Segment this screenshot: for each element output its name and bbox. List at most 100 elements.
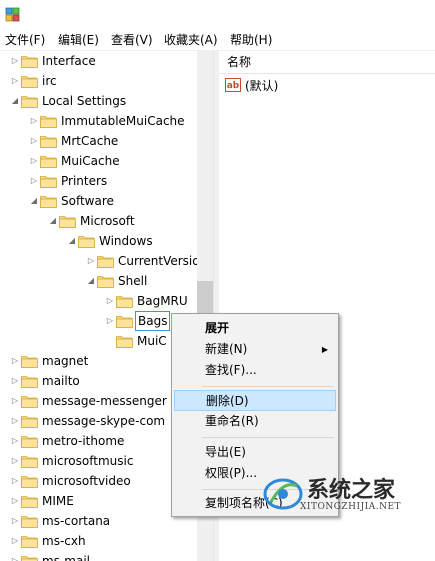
folder-icon <box>21 494 38 508</box>
expand-arrow-icon[interactable]: ▷ <box>29 131 39 151</box>
tree-node-label[interactable]: ImmutableMuiCache <box>59 111 187 131</box>
tree-node-label[interactable]: microsoftmusic <box>40 451 135 471</box>
tree-node-label[interactable]: message-skype-com <box>40 411 167 431</box>
collapse-arrow-icon[interactable]: ◢ <box>86 271 96 291</box>
tree-node-label[interactable]: MrtCache <box>59 131 120 151</box>
expand-arrow-icon[interactable]: ▷ <box>10 491 20 511</box>
tree-node-label[interactable]: Local Settings <box>40 91 128 111</box>
ctx-label: 权限(P)... <box>205 466 258 480</box>
expand-arrow-icon[interactable]: ▷ <box>10 551 20 561</box>
folder-icon <box>116 314 133 328</box>
menu-file[interactable]: 文件(F) <box>5 32 45 48</box>
folder-icon <box>21 514 38 528</box>
tree-node-label[interactable]: ms-cortana <box>40 511 112 531</box>
menu-favorites[interactable]: 收藏夹(A) <box>164 32 218 48</box>
ctx-find[interactable]: 查找(F)... <box>174 360 336 381</box>
tree-node-label[interactable]: BagMRU <box>135 291 190 311</box>
expand-arrow-icon[interactable]: ▷ <box>105 311 115 331</box>
folder-icon <box>97 274 114 288</box>
menu-bar: 文件(F) 编辑(E) 查看(V) 收藏夹(A) 帮助(H) <box>0 30 435 51</box>
expand-arrow-icon[interactable]: ▷ <box>10 371 20 391</box>
expand-arrow-icon[interactable]: ▷ <box>10 391 20 411</box>
expand-arrow-icon[interactable]: ▷ <box>86 251 96 271</box>
tree-node[interactable]: ◢ Local Settings <box>0 91 213 111</box>
folder-icon <box>21 434 38 448</box>
tree-node[interactable]: ▷ irc <box>0 71 213 91</box>
tree-node-label[interactable]: Bags <box>135 311 171 331</box>
expand-arrow-icon[interactable]: ▷ <box>10 531 20 551</box>
ctx-expand[interactable]: 展开 <box>174 318 336 339</box>
expand-arrow-icon[interactable]: ▷ <box>29 151 39 171</box>
menu-edit[interactable]: 编辑(E) <box>58 32 99 48</box>
tree-node[interactable]: ◢ Software <box>0 191 213 211</box>
column-name-header[interactable]: 名称 <box>227 54 251 70</box>
expand-arrow-icon[interactable]: ▷ <box>105 291 115 311</box>
regedit-app-icon[interactable] <box>5 7 21 23</box>
expand-arrow-icon[interactable]: ▷ <box>10 351 20 371</box>
watermark-text: 系统之家 <box>307 478 396 503</box>
tree-node[interactable]: ◢ Shell <box>0 271 213 291</box>
folder-icon <box>21 74 38 88</box>
tree-node-label[interactable]: MuiCache <box>59 151 122 171</box>
tree-node[interactable]: ▷ CurrentVersio <box>0 251 213 271</box>
tree-node-label[interactable]: Printers <box>59 171 109 191</box>
tree-node-label[interactable]: message-messenger <box>40 391 169 411</box>
tree-node-label[interactable]: MIME <box>40 491 76 511</box>
folder-icon <box>21 54 38 68</box>
tree-node-label[interactable]: microsoftvideo <box>40 471 133 491</box>
tree-node[interactable]: ▷ BagMRU <box>0 291 213 311</box>
menu-view[interactable]: 查看(V) <box>111 32 153 48</box>
tree-node-label[interactable]: MuiC <box>135 331 169 351</box>
tree-node-label[interactable]: irc <box>40 71 59 91</box>
folder-icon <box>21 394 38 408</box>
tree-node[interactable]: ◢ Microsoft <box>0 211 213 231</box>
tree-node-label[interactable]: CurrentVersio <box>116 251 202 271</box>
expand-arrow-icon[interactable]: ▷ <box>29 171 39 191</box>
folder-icon <box>59 214 76 228</box>
ctx-rename[interactable]: 重命名(R) <box>174 411 336 432</box>
tree-node[interactable]: ▷ MuiCache <box>0 151 213 171</box>
ctx-delete[interactable]: 删除(D) <box>174 390 336 411</box>
tree-node-label[interactable]: Interface <box>40 51 98 71</box>
folder-icon <box>21 454 38 468</box>
tree-node-label[interactable]: Software <box>59 191 116 211</box>
tree-node-label[interactable]: mailto <box>40 371 82 391</box>
folder-icon <box>97 254 114 268</box>
tree-node-label[interactable]: magnet <box>40 351 90 371</box>
tree-node[interactable]: ▷ ms-mail <box>0 551 213 561</box>
tree-node-label[interactable]: ms-cxh <box>40 531 88 551</box>
tree-node[interactable]: ▷ ms-cxh <box>0 531 213 551</box>
expand-arrow-icon[interactable]: ▷ <box>10 451 20 471</box>
expand-arrow-icon[interactable]: ▷ <box>29 111 39 131</box>
collapse-arrow-icon[interactable]: ◢ <box>48 211 58 231</box>
tree-node-label[interactable]: Shell <box>116 271 149 291</box>
ctx-export[interactable]: 导出(E) <box>174 442 336 463</box>
ctx-new[interactable]: 新建(N) ▶ <box>174 339 336 360</box>
watermark: 系统之家 XITONGZHIJIA.NET <box>255 470 435 520</box>
folder-icon <box>40 134 57 148</box>
tree-node-label[interactable]: metro-ithome <box>40 431 126 451</box>
tree-node[interactable]: ◢ Windows <box>0 231 213 251</box>
menu-help[interactable]: 帮助(H) <box>230 32 272 48</box>
folder-icon <box>21 94 38 108</box>
tree-node[interactable]: ▷ Printers <box>0 171 213 191</box>
tree-node-label[interactable]: Windows <box>97 231 155 251</box>
tree-node[interactable]: ▷ Interface <box>0 51 213 71</box>
column-header[interactable]: 名称 <box>219 51 435 74</box>
tree-node[interactable]: ▷ ImmutableMuiCache <box>0 111 213 131</box>
expand-arrow-icon[interactable]: ▷ <box>10 411 20 431</box>
tree-node-label[interactable]: ms-mail <box>40 551 92 561</box>
folder-icon <box>40 114 57 128</box>
expand-arrow-icon[interactable]: ▷ <box>10 51 20 71</box>
tree-node-label[interactable]: Microsoft <box>78 211 137 231</box>
collapse-arrow-icon[interactable]: ◢ <box>10 91 20 111</box>
expand-arrow-icon[interactable]: ▷ <box>10 511 20 531</box>
tree-node[interactable]: ▷ MrtCache <box>0 131 213 151</box>
collapse-arrow-icon[interactable]: ◢ <box>29 191 39 211</box>
expand-arrow-icon[interactable]: ▷ <box>10 71 20 91</box>
expand-arrow-icon[interactable]: ▷ <box>10 471 20 491</box>
expand-arrow-icon[interactable]: ▷ <box>10 431 20 451</box>
submenu-arrow-icon: ▶ <box>321 345 328 354</box>
collapse-arrow-icon[interactable]: ◢ <box>67 231 77 251</box>
folder-icon <box>116 334 133 348</box>
